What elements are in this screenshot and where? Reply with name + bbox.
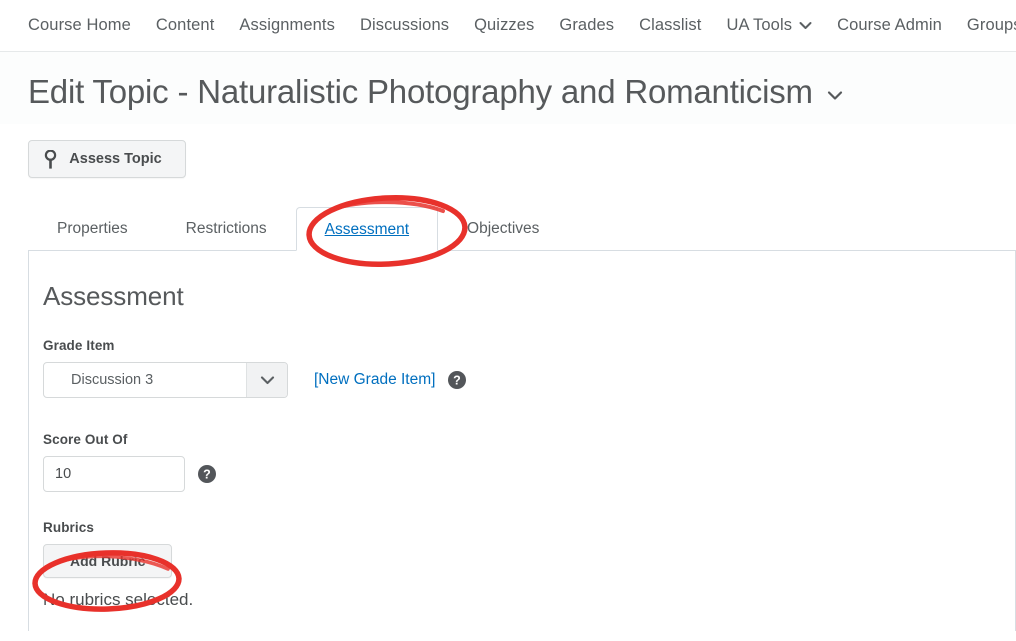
- tab-properties[interactable]: Properties: [28, 206, 157, 250]
- score-out-of-label: Score Out Of: [43, 432, 128, 447]
- tab-label: Properties: [57, 220, 128, 237]
- actions-row: Assess Topic: [0, 124, 1016, 178]
- tab-label: Restrictions: [185, 220, 267, 237]
- grade-item-row: Discussion 3 [New Grade Item] ?: [43, 362, 1015, 398]
- no-rubrics-message: No rubrics selected.: [43, 590, 194, 609]
- nav-item-quizzes[interactable]: Quizzes: [474, 16, 534, 35]
- nav-item-course-admin[interactable]: Course Admin: [837, 16, 942, 35]
- main-navbar: Course Home Content Assignments Discussi…: [0, 0, 1016, 52]
- grade-item-label: Grade Item: [43, 338, 115, 353]
- section-title: Assessment: [43, 281, 184, 311]
- nav-item-course-home[interactable]: Course Home: [28, 16, 131, 35]
- grade-item-select[interactable]: Discussion 3: [43, 362, 288, 398]
- score-out-of-row: ?: [43, 456, 1015, 492]
- nav-item-label: Groups: [966, 16, 1016, 34]
- nav-item-label: Quizzes: [474, 16, 535, 34]
- nav-item-classlist[interactable]: Classlist: [639, 16, 701, 35]
- tab-list: Properties Restrictions Assessment Objec…: [28, 206, 1016, 251]
- nav-item-label: Classlist: [639, 16, 702, 34]
- assess-topic-button[interactable]: Assess Topic: [28, 140, 186, 178]
- nav-item-groups[interactable]: Groups: [967, 16, 1016, 35]
- nav-item-assignments[interactable]: Assignments: [239, 16, 335, 35]
- nav-item-grades[interactable]: Grades: [559, 16, 614, 35]
- tab-assessment[interactable]: Assessment: [295, 207, 439, 251]
- page-title: Edit Topic - Naturalistic Photography an…: [28, 73, 813, 110]
- tabs-container: Properties Restrictions Assessment Objec…: [0, 206, 1016, 251]
- page-header: Edit Topic - Naturalistic Photography an…: [0, 52, 1016, 124]
- nav-item-label: UA Tools: [726, 16, 793, 34]
- tab-restrictions[interactable]: Restrictions: [157, 206, 296, 250]
- nav-item-discussions[interactable]: Discussions: [360, 16, 449, 35]
- assess-topic-label: Assess Topic: [69, 151, 162, 167]
- question-mark-icon[interactable]: ?: [448, 371, 467, 389]
- tab-objectives[interactable]: Objectives: [438, 206, 568, 250]
- new-grade-item-link[interactable]: [New Grade Item]: [314, 371, 435, 389]
- nav-item-label: Course Admin: [837, 16, 942, 34]
- chevron-down-icon[interactable]: [246, 363, 287, 397]
- tab-label: Assessment: [324, 221, 410, 238]
- assessment-panel: Assessment Grade Item Discussion 3 [New …: [28, 251, 1016, 631]
- score-out-of-input[interactable]: [43, 456, 185, 492]
- svg-text:?: ?: [203, 467, 211, 481]
- nav-item-label: Content: [155, 16, 215, 34]
- add-rubric-label: Add Rubric: [70, 553, 146, 569]
- nav-item-ua-tools[interactable]: UA Tools: [726, 16, 812, 35]
- nav-item-label: Assignments: [239, 16, 335, 34]
- nav-item-content[interactable]: Content: [156, 16, 215, 35]
- chevron-down-icon[interactable]: [827, 90, 843, 101]
- svg-text:?: ?: [454, 373, 462, 387]
- nav-item-label: Grades: [559, 16, 615, 34]
- grade-item-selected-value: Discussion 3: [71, 372, 154, 388]
- nav-item-label: Discussions: [359, 16, 450, 34]
- question-mark-icon[interactable]: ?: [198, 465, 216, 483]
- rubrics-label: Rubrics: [43, 520, 94, 535]
- chevron-down-icon: [799, 21, 812, 30]
- add-rubric-button[interactable]: Add Rubric: [43, 544, 173, 578]
- key-icon: [44, 148, 57, 169]
- tab-label: Objectives: [467, 220, 540, 237]
- nav-item-label: Course Home: [28, 16, 131, 34]
